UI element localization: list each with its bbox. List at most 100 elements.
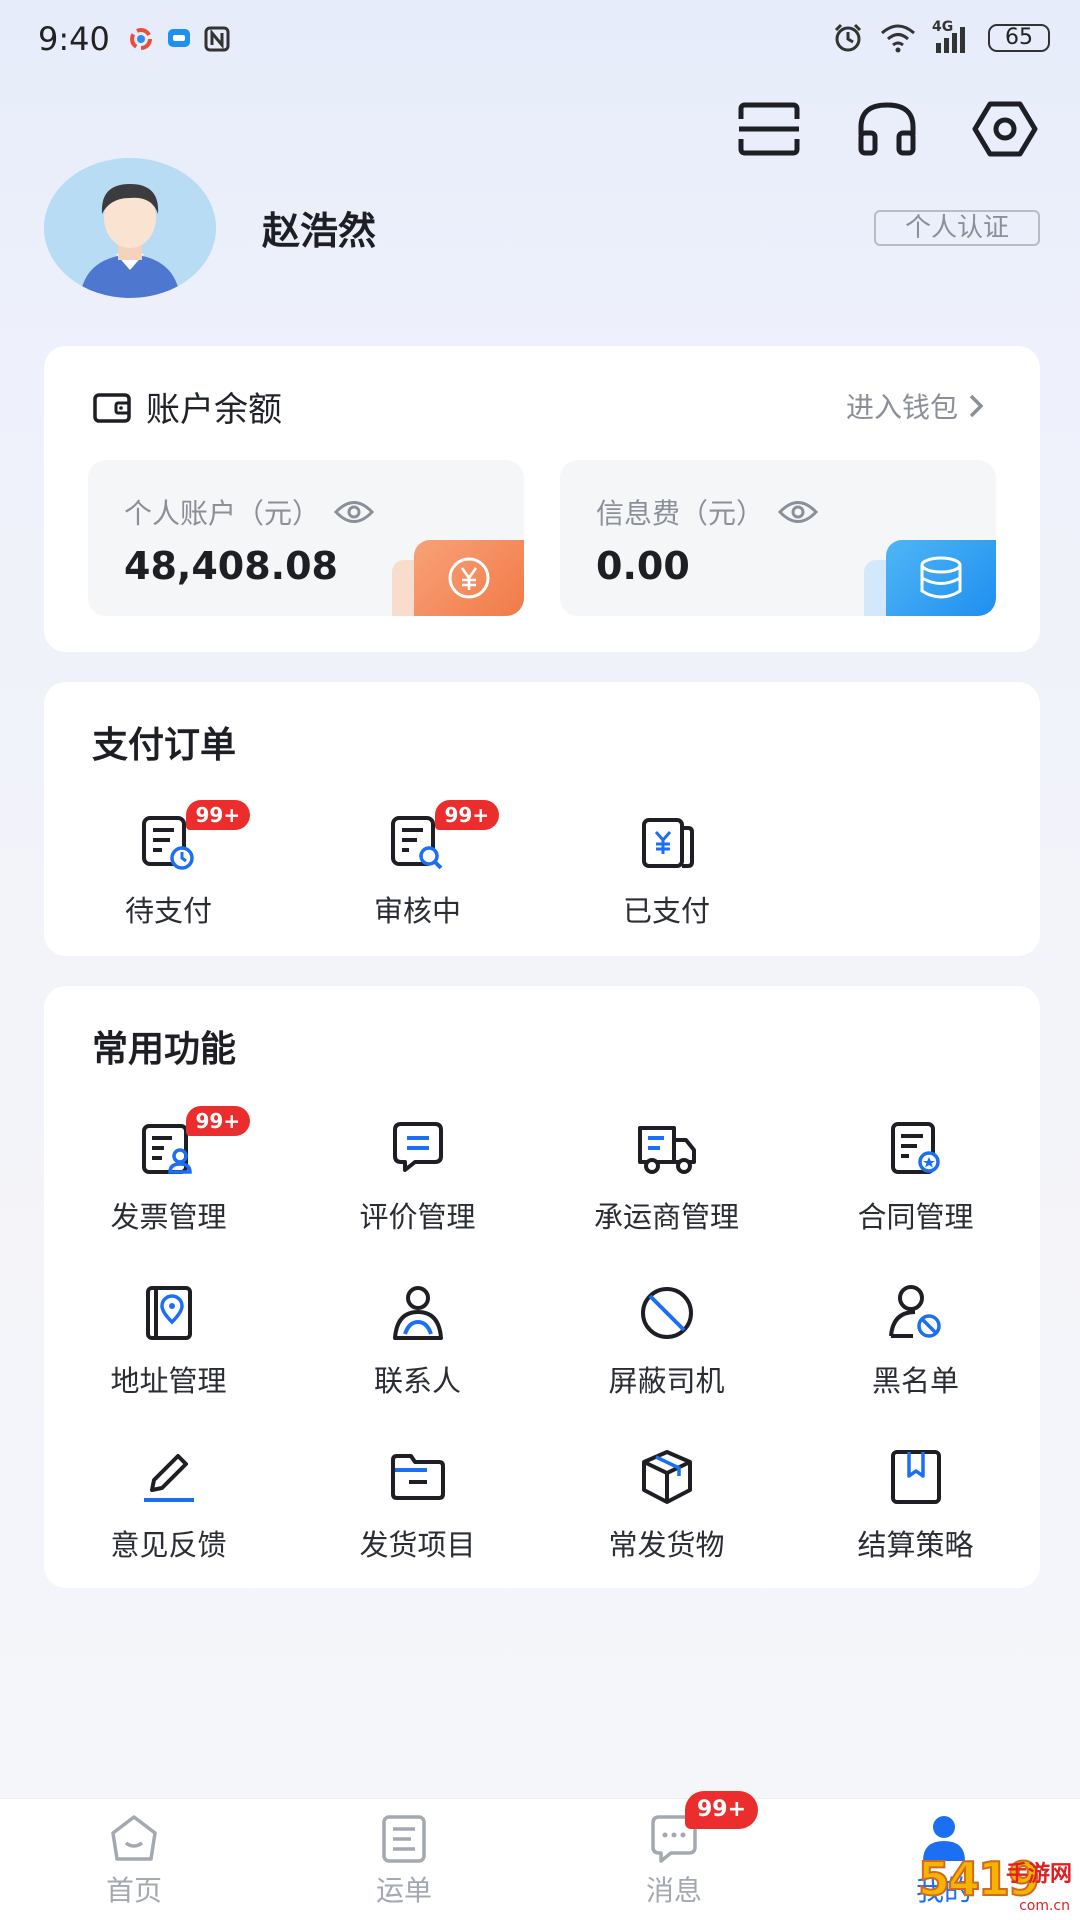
feedback-item[interactable]: 意见反馈: [44, 1446, 293, 1564]
reviewing-label: 审核中: [373, 894, 461, 928]
info-fee-balance: 0.00: [596, 544, 690, 588]
eye-icon[interactable]: [334, 499, 375, 525]
paid-icon: [636, 812, 698, 874]
tab-messages[interactable]: 99+ 消息: [574, 1791, 774, 1909]
settlement-strategy-label: 结算策略: [857, 1528, 974, 1562]
common-functions-title: 常用功能: [92, 1029, 237, 1070]
message-icon: 99+: [647, 1791, 759, 1865]
personal-account-panel[interactable]: 个人账户（元） 48,408.08: [88, 460, 524, 616]
status-time: 9:40: [38, 20, 110, 58]
payment-orders-title: 支付订单: [92, 725, 237, 766]
customer-service-icon[interactable]: [854, 96, 920, 162]
wifi-icon: [881, 24, 915, 53]
tab-home[interactable]: 首页: [34, 1813, 234, 1909]
contract-management-item[interactable]: 合同管理: [791, 1118, 1040, 1236]
settlement-strategy-item[interactable]: 结算策略: [791, 1446, 1040, 1564]
paid-label: 已支付: [622, 894, 710, 928]
shipping-project-item[interactable]: 发货项目: [293, 1446, 542, 1564]
blacklist-label: 黑名单: [871, 1364, 959, 1398]
personal-account-label-row: 个人账户（元）: [124, 492, 375, 532]
pending-payment-label: 待支付: [124, 894, 212, 928]
watermark-text: 手游网: [1005, 1862, 1072, 1887]
truck-icon: [636, 1118, 698, 1180]
address-management-label: 地址管理: [110, 1364, 227, 1398]
bookmark-book-icon: [885, 1446, 947, 1508]
box-icon: [636, 1446, 698, 1508]
home-icon: [107, 1813, 161, 1865]
avatar[interactable]: [44, 158, 216, 298]
invoice-icon: 99+: [138, 1106, 251, 1180]
balance-title: 账户余额: [146, 390, 282, 430]
reviewing-icon: 99+: [387, 800, 500, 874]
settings-icon[interactable]: [972, 96, 1038, 162]
tab-waybill-label: 运单: [375, 1874, 432, 1907]
info-fee-label: 信息费（元）: [596, 497, 765, 530]
signal-indicator: 4G: [932, 19, 972, 53]
personal-account-balance: 48,408.08: [124, 544, 338, 588]
pending-payment-badge: 99+: [185, 800, 251, 830]
contact-person-icon: [387, 1282, 449, 1344]
personal-verify-button[interactable]: 个人认证: [874, 210, 1040, 246]
status-right-icons: 4G 65: [832, 19, 1050, 54]
network-type-label: 4G: [932, 19, 954, 35]
user-name: 赵浩然: [262, 209, 377, 253]
scan-icon[interactable]: [736, 96, 802, 162]
feedback-label: 意见反馈: [110, 1528, 227, 1562]
battery-indicator: 65: [988, 24, 1050, 52]
pending-payment-icon: 99+: [138, 800, 251, 874]
info-fee-panel[interactable]: 信息费（元） 0.00: [560, 460, 996, 616]
review-management-label: 评价管理: [359, 1200, 476, 1234]
block-icon: [636, 1282, 698, 1344]
pending-payment-item[interactable]: 99+ 待支付: [44, 800, 293, 930]
app-notification-icon: [130, 28, 152, 50]
chevron-right-icon: [969, 394, 984, 418]
contacts-item[interactable]: 联系人: [293, 1282, 542, 1400]
blacklist-item[interactable]: 黑名单: [791, 1282, 1040, 1400]
blacklist-user-icon: [885, 1282, 947, 1344]
info-fee-label-row: 信息费（元）: [596, 492, 819, 532]
alarm-icon: [834, 23, 862, 52]
reviewing-badge: 99+: [434, 800, 500, 830]
reviewing-item[interactable]: 99+ 审核中: [293, 800, 542, 930]
address-book-icon: [138, 1282, 200, 1344]
folder-icon: [387, 1446, 449, 1508]
shipping-project-label: 发货项目: [359, 1528, 476, 1562]
block-driver-label: 屏蔽司机: [608, 1364, 725, 1398]
carrier-management-item[interactable]: 承运商管理: [542, 1118, 791, 1236]
contacts-label: 联系人: [373, 1364, 461, 1398]
contract-management-label: 合同管理: [857, 1200, 974, 1234]
watermark-domain: com.cn: [1019, 1898, 1070, 1914]
frequent-goods-item[interactable]: 常发货物: [542, 1446, 791, 1564]
database-coins-icon: [886, 540, 996, 616]
payment-orders-card: 支付订单 99+ 待支付 99+ 审核中 已支付: [44, 682, 1040, 956]
messages-badge: 99+: [685, 1791, 759, 1829]
message-notification-icon: [168, 29, 190, 47]
invoice-badge: 99+: [185, 1106, 251, 1136]
enter-wallet-label: 进入钱包: [845, 391, 958, 424]
frequent-goods-label: 常发货物: [608, 1528, 725, 1562]
tab-messages-label: 消息: [645, 1874, 702, 1907]
site-watermark-logo: 5419 手游网 com.cn: [912, 1851, 1076, 1916]
account-balance-card: 账户余额 进入钱包 个人账户（元） 48,408.08 信息费（元） 0.00: [44, 346, 1040, 652]
eye-icon[interactable]: [778, 499, 819, 525]
feedback-pencil-icon: [138, 1446, 200, 1508]
nfc-icon: [204, 26, 230, 52]
contract-icon: [885, 1118, 947, 1180]
tab-home-label: 首页: [105, 1874, 162, 1907]
balance-header: 账户余额: [92, 382, 282, 431]
paid-item[interactable]: 已支付: [542, 812, 791, 930]
invoice-management-item[interactable]: 99+ 发票管理: [44, 1106, 293, 1236]
block-driver-item[interactable]: 屏蔽司机: [542, 1282, 791, 1400]
carrier-management-label: 承运商管理: [593, 1200, 739, 1234]
wallet-icon: [93, 392, 131, 423]
enter-wallet-link[interactable]: 进入钱包: [846, 386, 984, 426]
header-actions: [736, 96, 1038, 162]
invoice-management-label: 发票管理: [110, 1200, 227, 1234]
review-management-item[interactable]: 评价管理: [293, 1118, 542, 1236]
yuan-coin-icon: [414, 540, 524, 616]
review-message-icon: [387, 1118, 449, 1180]
tab-waybill[interactable]: 运单: [304, 1813, 504, 1909]
address-management-item[interactable]: 地址管理: [44, 1282, 293, 1400]
common-functions-card: 常用功能 99+ 发票管理 评价管理 承运商管理 合同管理 地址管理 联系人 屏…: [44, 986, 1040, 1588]
status-notification-icons: [128, 26, 230, 52]
